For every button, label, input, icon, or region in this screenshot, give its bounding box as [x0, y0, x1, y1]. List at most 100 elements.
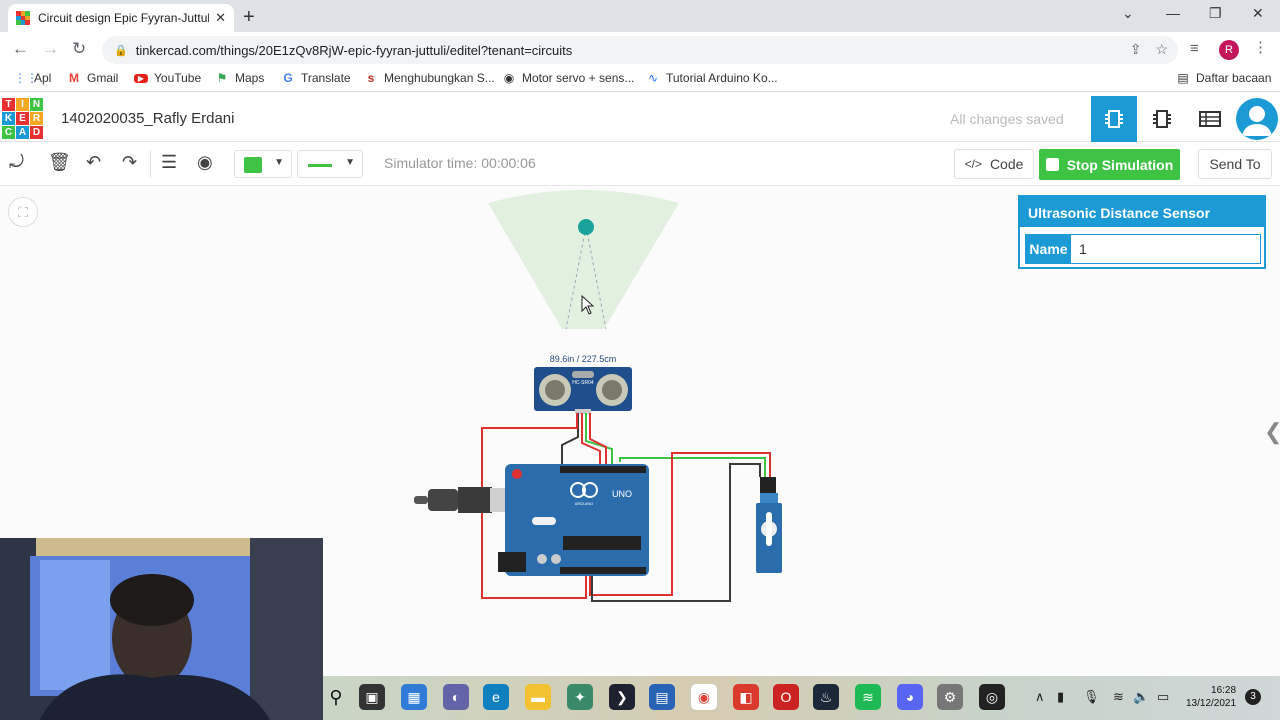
schematic-view-button[interactable] — [1139, 96, 1185, 142]
inspector-panel: Ultrasonic Distance Sensor Name — [1018, 195, 1266, 269]
volume-icon[interactable]: 🔈 — [1133, 689, 1149, 705]
fit-view-icon: ⛶ — [18, 203, 28, 220]
terminal-icon[interactable]: ❯ — [609, 684, 635, 710]
chip-icon — [1105, 110, 1123, 128]
share-icon[interactable]: ⇪ — [1130, 41, 1142, 58]
wifi-icon[interactable]: ≋ — [1113, 689, 1124, 705]
tray-app-icon[interactable]: ▮ — [1057, 689, 1064, 705]
project-name[interactable]: 1402020035_Rafly Erdani — [61, 110, 234, 127]
tray-chevron-up-icon[interactable]: ∧ — [1035, 689, 1045, 705]
bookmark-youtube[interactable]: ▶ YouTube — [134, 71, 201, 85]
tab-title: Circuit design Epic Fyyran-Juttuli — [38, 11, 210, 25]
store-icon[interactable]: ▤ — [649, 684, 675, 710]
delete-icon[interactable]: 🗑 — [48, 152, 71, 173]
undo-icon[interactable]: ↶ — [86, 152, 101, 173]
edge-icon[interactable]: e — [483, 684, 509, 710]
code-icon: </> — [964, 157, 982, 171]
code-button[interactable]: </> Code — [954, 149, 1034, 179]
send-to-button[interactable]: Send To — [1198, 149, 1272, 179]
teams-chat-icon[interactable]: ◐ — [443, 684, 469, 710]
bookmark-apl[interactable]: ⋮⋮ Apl — [14, 71, 51, 85]
redo-icon[interactable]: ↷ — [122, 152, 137, 173]
widgets-icon[interactable]: ▦ — [401, 684, 427, 710]
collapse-panel-icon[interactable]: ❮ — [1264, 419, 1280, 445]
color-swatch — [244, 157, 262, 173]
file-explorer-icon[interactable]: ▬ — [525, 684, 551, 710]
color-picker[interactable]: ▼ — [234, 150, 292, 178]
app-icon[interactable]: ✦ — [567, 684, 593, 710]
board-brand: ARDUINO — [575, 501, 593, 506]
maps-icon: ⚑ — [216, 71, 228, 85]
visibility-eye-icon[interactable]: ◉ — [197, 152, 213, 173]
reading-list[interactable]: ▤ Daftar bacaan — [1176, 71, 1271, 85]
notes-icon[interactable]: ☰ — [161, 152, 177, 173]
steam-icon[interactable]: ♨ — [813, 684, 839, 710]
close-window-icon[interactable]: ✕ — [1252, 5, 1264, 22]
obs-icon[interactable]: ◎ — [979, 684, 1005, 710]
discord-icon[interactable]: ◕ — [897, 684, 923, 710]
search-icon[interactable]: ⚲ — [323, 684, 349, 710]
system-clock[interactable]: 16:28 13/12/2021 — [1186, 684, 1236, 710]
fit-view-button[interactable]: ⛶ — [8, 197, 38, 227]
address-bar[interactable]: 🔒 tinkercad.com/things/20E1zQv8RjW-epic-… — [102, 36, 1178, 64]
circuit-view-button[interactable] — [1091, 96, 1137, 142]
back-icon[interactable]: ← — [12, 39, 29, 59]
webcam-overlay — [0, 538, 323, 720]
rotate-icon[interactable]: ⤾ — [9, 152, 24, 173]
name-input[interactable] — [1071, 235, 1260, 263]
battery-icon[interactable]: ▭ — [1157, 689, 1169, 705]
sensor-model: HC-SR04 — [572, 380, 594, 386]
user-avatar[interactable] — [1236, 98, 1278, 140]
menu-icon[interactable]: ⋮ — [1253, 38, 1268, 56]
webcam-feed — [0, 538, 323, 720]
restore-icon[interactable]: ❐ — [1209, 5, 1222, 22]
servo-motor — [756, 477, 782, 573]
tab-search-icon[interactable]: ⌄ — [1122, 5, 1134, 22]
distance-reading: 89.6in / 227.5cm — [550, 354, 617, 364]
browser-tab[interactable]: Circuit design Epic Fyyran-Juttuli ✕ — [8, 4, 234, 32]
browser-navbar: ← → ↻ 🔒 tinkercad.com/things/20E1zQv8RjW… — [0, 32, 1280, 66]
translate-icon: G — [283, 71, 293, 85]
bookmark-menghubungkan[interactable]: s Menghubungkan S... — [364, 71, 495, 85]
chevron-down-icon: ▼ — [345, 157, 355, 168]
tinkercad-logo[interactable]: T I N K E R C A D — [2, 98, 43, 140]
schematic-icon — [1153, 110, 1171, 128]
apps-grid-icon: ⋮⋮ — [14, 71, 38, 85]
office-icon[interactable]: ◧ — [733, 684, 759, 710]
bookmark-tutorial-arduino[interactable]: ∿ Tutorial Arduino Ko... — [646, 71, 778, 85]
inspector-title: Ultrasonic Distance Sensor — [1020, 197, 1264, 227]
profile-avatar[interactable]: R — [1219, 40, 1239, 60]
new-tab-icon[interactable]: + — [243, 6, 255, 29]
bookmark-star-icon[interactable]: ☆ — [1155, 41, 1168, 58]
component-list-button[interactable] — [1187, 96, 1233, 142]
bookmark-translate[interactable]: G Translate — [281, 71, 350, 85]
settings-gear-icon[interactable]: ⚙ — [937, 684, 963, 710]
bookmark-motor-servo[interactable]: ◉ Motor servo + sens... — [502, 71, 635, 85]
site-icon: s — [367, 71, 375, 85]
forward-icon[interactable]: → — [42, 39, 59, 59]
microphone-icon[interactable]: 🎙 — [1083, 689, 1100, 705]
close-tab-icon[interactable]: ✕ — [209, 10, 226, 26]
wire-type-picker[interactable]: ▼ — [297, 150, 363, 178]
ultrasonic-sensor: HC-SR04 — [534, 367, 632, 414]
notification-badge[interactable]: 3 — [1245, 689, 1261, 705]
target-object-handle — [578, 219, 594, 235]
bookmark-gmail[interactable]: M Gmail — [67, 71, 118, 85]
opera-icon[interactable]: O — [773, 684, 799, 710]
stop-simulation-button[interactable]: Stop Simulation — [1039, 149, 1180, 180]
site-icon: ◉ — [503, 71, 515, 85]
editor-toolbar: ⤾ 🗑 ↶ ↷ ☰ ◉ ▼ ▼ Simulator time: 00:00:06… — [0, 142, 1280, 186]
lock-icon: 🔒 — [114, 44, 128, 57]
bookmark-maps[interactable]: ⚑ Maps — [215, 71, 265, 85]
wire-sensor-gnd — [561, 413, 579, 465]
arduino-uno-board: UNO ARDUINO — [498, 464, 649, 576]
chrome-icon[interactable]: ◉ — [691, 684, 717, 710]
minimize-icon[interactable]: — — [1166, 5, 1180, 21]
task-view-icon[interactable]: ▣ — [359, 684, 385, 710]
spotify-icon[interactable]: ≋ — [855, 684, 881, 710]
media-icon[interactable]: ≡ — [1190, 40, 1199, 57]
reload-icon[interactable]: ↻ — [72, 39, 86, 59]
windows-taskbar: ⚲ ▣ ▦ ◐ e ▬ ✦ ❯ ▤ ◉ ◧ O ♨ ≋ ◕ ⚙ ◎ ∧ ▮ 🎙 … — [323, 676, 1280, 720]
youtube-icon: ▶ — [134, 73, 148, 83]
tinkercad-favicon-icon — [16, 11, 30, 25]
